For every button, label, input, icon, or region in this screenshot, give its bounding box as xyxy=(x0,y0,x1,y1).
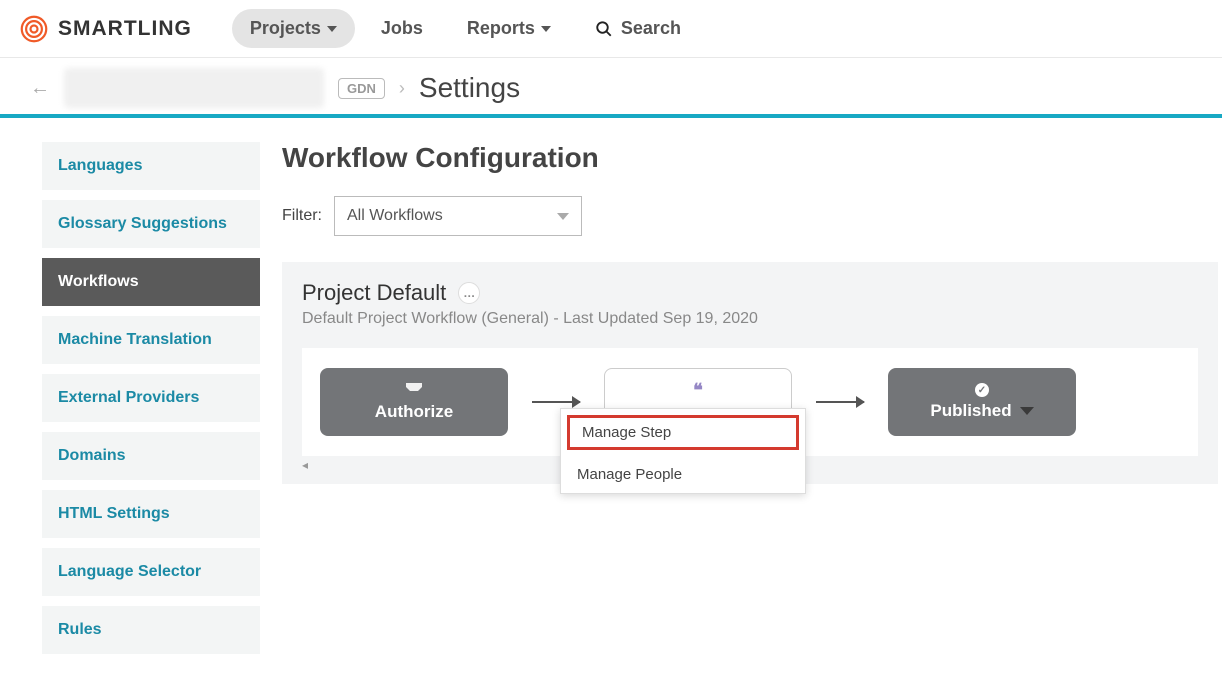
sidebar-item-label: Rules xyxy=(58,621,102,639)
step-published[interactable]: ✓ Published xyxy=(888,368,1076,436)
brand-text: SMARTLING xyxy=(58,17,192,41)
menu-manage-step[interactable]: Manage Step xyxy=(567,415,799,450)
top-nav: SMARTLING Projects Jobs Reports Search xyxy=(0,0,1222,58)
sidebar-item-domains[interactable]: Domains xyxy=(42,432,260,480)
step-authorize[interactable]: Authorize xyxy=(320,368,508,436)
filter-value: All Workflows xyxy=(347,207,443,225)
step-label: Published xyxy=(930,401,1011,421)
workflow-card: Project Default … Default Project Workfl… xyxy=(282,262,1218,484)
workflow-steps: Authorize ❝ Translation ✓ Published xyxy=(302,348,1198,456)
filter-label: Filter: xyxy=(282,207,322,225)
nav-jobs[interactable]: Jobs xyxy=(363,9,441,48)
sidebar-item-label: Languages xyxy=(58,157,142,175)
page-body: Languages Glossary Suggestions Workflows… xyxy=(0,118,1222,664)
sidebar-item-html[interactable]: HTML Settings xyxy=(42,490,260,538)
chevron-right-icon: › xyxy=(399,78,405,99)
breadcrumb-bar: ← GDN › Settings xyxy=(0,58,1222,118)
nav-projects[interactable]: Projects xyxy=(232,9,355,48)
caret-down-icon xyxy=(1020,407,1034,415)
filter-row: Filter: All Workflows xyxy=(282,196,1218,236)
main-column: Workflow Configuration Filter: All Workf… xyxy=(282,142,1222,664)
back-arrow-icon[interactable]: ← xyxy=(30,77,50,100)
inbox-icon xyxy=(406,382,422,398)
nav-reports[interactable]: Reports xyxy=(449,9,569,48)
nav-search[interactable]: Search xyxy=(577,9,699,48)
quote-icon: ❝ xyxy=(693,380,703,401)
sidebar-item-mt[interactable]: Machine Translation xyxy=(42,316,260,364)
sidebar-item-langsel[interactable]: Language Selector xyxy=(42,548,260,596)
breadcrumb-redacted xyxy=(64,68,324,108)
caret-down-icon xyxy=(557,213,569,220)
arrow-connector xyxy=(816,401,864,403)
nav-items: Projects Jobs Reports Search xyxy=(232,9,699,48)
sidebar-item-label: HTML Settings xyxy=(58,505,170,523)
nav-jobs-label: Jobs xyxy=(381,18,423,39)
sidebar-item-workflows[interactable]: Workflows xyxy=(42,258,260,306)
sidebar-item-languages[interactable]: Languages xyxy=(42,142,260,190)
workflow-subtitle: Default Project Workflow (General) - Las… xyxy=(302,310,1198,328)
breadcrumb-badge: GDN xyxy=(338,78,385,99)
nav-projects-label: Projects xyxy=(250,18,321,39)
sidebar-item-glossary[interactable]: Glossary Suggestions xyxy=(42,200,260,248)
sidebar-item-label: Domains xyxy=(58,447,126,465)
breadcrumb-title: Settings xyxy=(419,72,520,104)
filter-select[interactable]: All Workflows xyxy=(334,196,582,236)
nav-search-label: Search xyxy=(621,18,681,39)
nav-reports-label: Reports xyxy=(467,18,535,39)
sidebar-item-label: Workflows xyxy=(58,273,139,291)
menu-item-label: Manage Step xyxy=(582,424,671,441)
step-label: Authorize xyxy=(375,402,453,422)
workflow-header: Project Default … xyxy=(302,280,1198,306)
sidebar-item-label: External Providers xyxy=(58,389,199,407)
sidebar-item-rules[interactable]: Rules xyxy=(42,606,260,654)
swirl-icon xyxy=(20,15,48,43)
page-heading: Workflow Configuration xyxy=(282,142,1218,174)
menu-item-label: Manage People xyxy=(577,466,682,483)
sidebar-item-label: Language Selector xyxy=(58,563,201,581)
check-circle-icon: ✓ xyxy=(975,383,989,397)
workflow-name: Project Default xyxy=(302,280,446,306)
brand-logo[interactable]: SMARTLING xyxy=(20,15,192,43)
caret-down-icon xyxy=(327,26,337,32)
sidebar-item-label: Glossary Suggestions xyxy=(58,215,227,233)
caret-down-icon xyxy=(541,26,551,32)
step-dropdown-menu: Manage Step Manage People xyxy=(560,408,806,494)
arrow-connector xyxy=(532,401,580,403)
settings-sidebar: Languages Glossary Suggestions Workflows… xyxy=(42,142,260,664)
sidebar-item-label: Machine Translation xyxy=(58,331,212,349)
menu-manage-people[interactable]: Manage People xyxy=(561,456,805,493)
sidebar-item-providers[interactable]: External Providers xyxy=(42,374,260,422)
search-icon xyxy=(595,20,613,38)
workflow-more-button[interactable]: … xyxy=(458,282,480,304)
